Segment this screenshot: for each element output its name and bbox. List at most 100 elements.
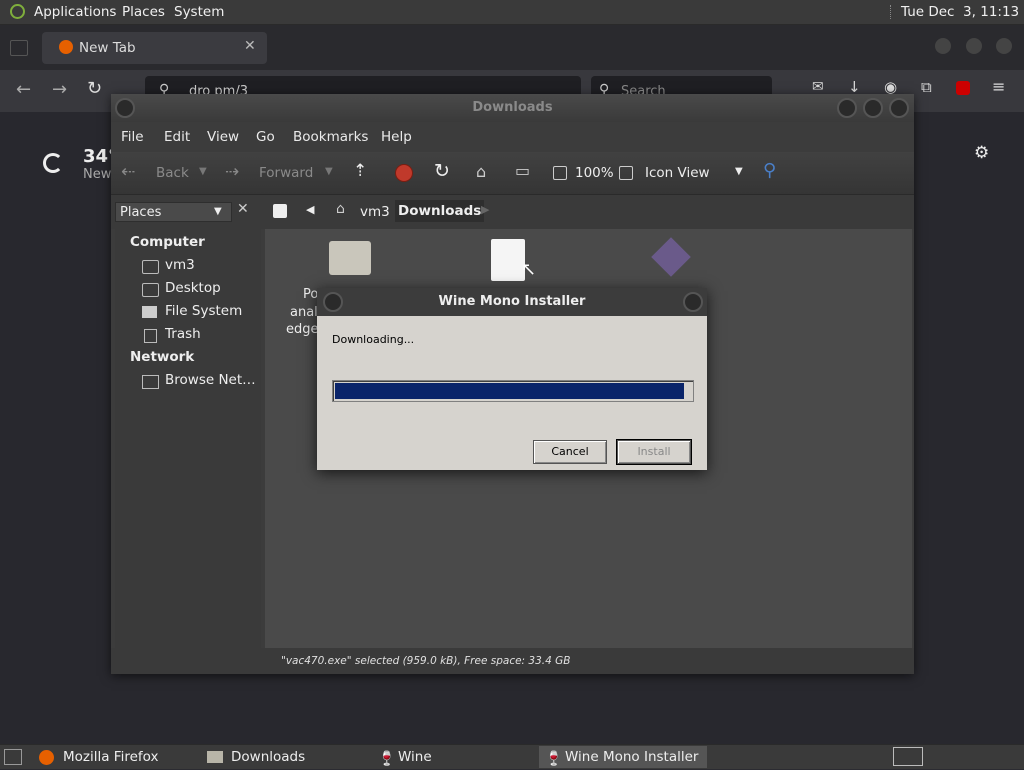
taskbar-item-downloads[interactable]: Downloads — [205, 746, 371, 768]
breadcrumb-downloads[interactable]: Downloads — [395, 200, 485, 222]
progress-fill — [335, 383, 684, 399]
clock[interactable]: Tue Dec 3, 11:13 PM — [901, 4, 1024, 20]
dialog-message: Downloading... — [332, 333, 415, 346]
folder-icon[interactable] — [329, 241, 371, 275]
hamburger-menu-icon[interactable]: ≡ — [992, 77, 1005, 96]
sidebar-item-browse-network[interactable]: Browse Net… — [165, 372, 256, 388]
desktop-icon — [142, 283, 159, 297]
file-label-line-2: anal — [290, 305, 318, 320]
zoom-out-icon[interactable] — [553, 166, 567, 180]
ublock-icon[interactable] — [956, 81, 970, 95]
firefox-tab[interactable]: New Tab ✕ — [42, 32, 267, 64]
forward-button[interactable]: Forward — [259, 165, 313, 181]
back-arrow-icon[interactable]: ← — [16, 79, 31, 100]
taskbar-item-wine-mono[interactable]: 🍷 Wine Mono Installer — [539, 746, 707, 768]
firefox-icon — [39, 750, 54, 765]
system-menu[interactable]: System — [174, 4, 224, 20]
pocket-icon[interactable]: ✉ — [812, 79, 824, 95]
stop-icon[interactable] — [395, 164, 413, 182]
wine-glass-icon: 🍷 — [545, 751, 563, 767]
taskbar-item-firefox[interactable]: Mozilla Firefox — [37, 746, 223, 768]
package-icon[interactable] — [651, 237, 691, 277]
back-icon[interactable]: ⇠ — [121, 162, 135, 182]
back-dropdown-icon[interactable]: ▼ — [199, 166, 207, 177]
breadcrumb-home-icon: ⌂ — [336, 201, 345, 217]
dialog-close-button[interactable] — [683, 292, 703, 312]
search-magnifier-icon[interactable]: ⚲ — [763, 160, 776, 181]
view-mode-dropdown-icon[interactable]: ▼ — [735, 166, 743, 177]
settings-gear-icon[interactable]: ⚙ — [974, 143, 989, 163]
menu-go[interactable]: Go — [256, 129, 275, 145]
document-icon[interactable] — [491, 239, 525, 281]
folder-small-icon — [207, 751, 223, 763]
places-select[interactable]: Places ▼ — [115, 202, 232, 222]
taskbar-downloads-label: Downloads — [231, 749, 306, 765]
menu-help[interactable]: Help — [381, 129, 412, 145]
dialog-titlebar[interactable]: Wine Mono Installer — [317, 288, 707, 316]
menu-file[interactable]: File — [121, 129, 144, 145]
minimize-button[interactable] — [837, 98, 857, 118]
sidebar-item-desktop[interactable]: Desktop — [165, 280, 221, 296]
view-mode-select[interactable]: Icon View — [645, 165, 710, 181]
sidebar-item-vm3[interactable]: vm3 — [165, 257, 195, 273]
dialog-menu-button[interactable] — [323, 292, 343, 312]
places-menu[interactable]: Places — [122, 4, 165, 20]
network-icon — [142, 375, 159, 389]
up-icon[interactable]: ⇡ — [353, 161, 367, 181]
close-sidebar-icon[interactable]: ✕ — [237, 201, 249, 217]
reload-icon[interactable]: ↻ — [87, 78, 102, 99]
weather-moon-icon — [43, 153, 63, 173]
sidebar: Computer vm3 Desktop File System Trash N… — [115, 229, 261, 648]
home-folder-icon — [142, 260, 159, 274]
forward-arrow-icon[interactable]: → — [52, 79, 67, 100]
show-desktop-icon[interactable] — [4, 749, 22, 765]
taskbar-firefox-label: Mozilla Firefox — [63, 749, 159, 765]
location-bar: Places ▼ ✕ ◀ ⌂ vm3 Downloads ▶ — [111, 195, 914, 229]
weather-location: New — [83, 167, 112, 182]
wine-glass-icon: 🍷 — [378, 751, 396, 767]
breadcrumb-left-icon[interactable]: ◀ — [306, 203, 314, 216]
tab-close-icon[interactable]: ✕ — [244, 38, 256, 54]
window-close-icon[interactable] — [996, 38, 1012, 54]
cancel-button[interactable]: Cancel — [533, 440, 607, 464]
zoom-in-icon[interactable] — [619, 166, 633, 180]
mouse-cursor-icon: ↖ — [521, 259, 537, 280]
breadcrumb-vm3[interactable]: vm3 — [360, 204, 390, 220]
taskbar-wine-mono-label: Wine Mono Installer — [565, 749, 699, 765]
workspace-switcher[interactable] — [893, 747, 923, 766]
menu-view[interactable]: View — [207, 129, 239, 145]
window-minimize-icon[interactable] — [935, 38, 951, 54]
window-maximize-icon[interactable] — [966, 38, 982, 54]
close-button[interactable] — [889, 98, 909, 118]
install-button[interactable]: Install — [616, 439, 692, 465]
wine-mono-dialog: Wine Mono Installer Downloading... Cance… — [317, 288, 707, 470]
window-menu-button[interactable] — [115, 98, 135, 118]
gnome-foot-icon[interactable] — [10, 4, 25, 19]
taskbar: Mozilla Firefox Downloads 🍷 Wine 🍷 Wine … — [0, 744, 1024, 769]
forward-dropdown-icon[interactable]: ▼ — [325, 166, 333, 177]
firefox-tab-title: New Tab — [79, 40, 136, 56]
taskbar-item-wine[interactable]: 🍷 Wine — [372, 746, 538, 768]
dialog-title: Wine Mono Installer — [438, 294, 586, 309]
maximize-button[interactable] — [863, 98, 883, 118]
trash-icon — [144, 329, 157, 343]
extensions-icon[interactable]: ⧉ — [921, 78, 932, 96]
breadcrumb-right-icon[interactable]: ▶ — [481, 203, 489, 216]
tab-overview-icon[interactable] — [10, 40, 28, 56]
edit-location-icon[interactable] — [273, 204, 287, 218]
sidebar-item-trash[interactable]: Trash — [165, 326, 201, 342]
taskbar-wine-label: Wine — [398, 749, 432, 765]
sidebar-item-file-system[interactable]: File System — [165, 303, 242, 319]
menu-bookmarks[interactable]: Bookmarks — [293, 129, 368, 145]
reload-icon[interactable]: ↻ — [434, 160, 450, 182]
home-icon[interactable]: ⌂ — [476, 162, 486, 181]
menu-edit[interactable]: Edit — [164, 129, 190, 145]
downloads-titlebar[interactable]: Downloads — [111, 94, 914, 122]
computer-icon[interactable]: ▭ — [515, 161, 530, 180]
filesystem-icon — [142, 306, 157, 318]
applications-menu[interactable]: Applications — [34, 4, 116, 20]
forward-icon[interactable]: ⇢ — [225, 162, 239, 182]
back-button[interactable]: Back — [156, 165, 189, 181]
zoom-level[interactable]: 100% — [575, 165, 614, 181]
downloads-title: Downloads — [472, 100, 553, 115]
